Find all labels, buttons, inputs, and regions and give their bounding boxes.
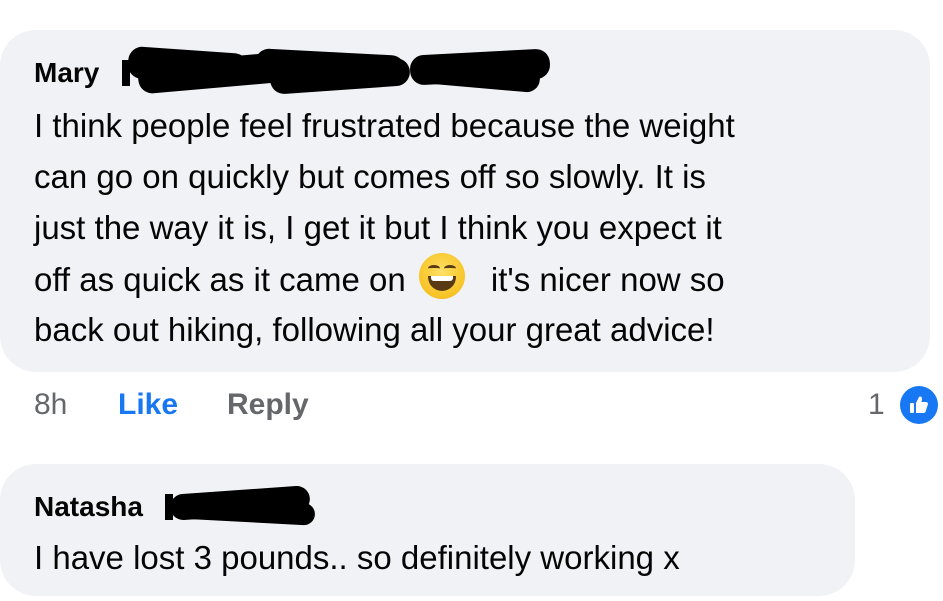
comment-line: I think people feel frustrated because t… xyxy=(34,107,735,144)
comment-line-part: it's nicer now so xyxy=(490,261,725,298)
comment-text: I have lost 3 pounds.. so definitely wor… xyxy=(34,539,680,576)
comment-line: back out hiking, following all your grea… xyxy=(34,311,715,348)
comment-line: off as quick as it came on it's nicer no… xyxy=(34,253,735,304)
comment-line: can go on quickly but comes off so slowl… xyxy=(34,158,706,195)
comment-author-name[interactable]: Mary xyxy=(34,57,99,89)
comment-line-part: off as quick as it came on xyxy=(34,261,406,298)
reply-button[interactable]: Reply xyxy=(227,386,309,424)
comment-line: just the way it is, I get it but I think… xyxy=(34,209,722,246)
comment-text: I think people feel frustrated because t… xyxy=(34,100,735,355)
comment-author-name[interactable]: Natasha xyxy=(34,491,143,523)
comment-timestamp[interactable]: 8h xyxy=(34,386,67,424)
reaction-count[interactable]: 1 xyxy=(868,386,885,424)
like-thumb-icon[interactable] xyxy=(900,386,938,424)
thumbs-up-icon xyxy=(910,396,928,413)
comment-thread: Mary I think people feel frustrated beca… xyxy=(0,0,943,601)
like-button[interactable]: Like xyxy=(118,386,178,424)
grinning-face-emoji-icon xyxy=(418,253,465,299)
